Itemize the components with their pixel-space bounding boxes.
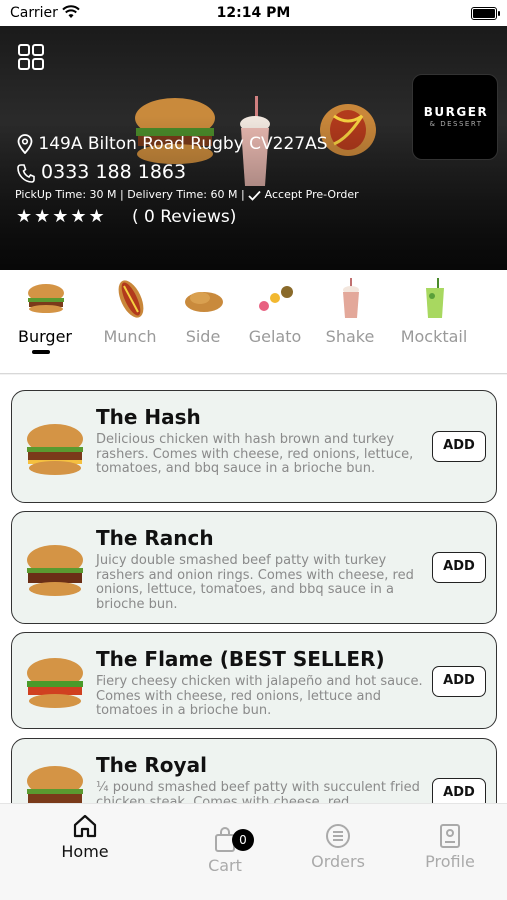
preorder-text: Accept Pre-Order (264, 188, 359, 201)
home-icon (73, 814, 97, 838)
tab-home[interactable]: Home (30, 812, 140, 861)
category-side[interactable]: Side (163, 270, 243, 373)
add-button[interactable]: ADD (432, 778, 486, 803)
tab-cart[interactable]: 0 Cart (170, 812, 280, 875)
battery-icon (471, 7, 500, 20)
restaurant-logo: BURGER & DESSERT (412, 74, 498, 160)
gelato-category-icon (259, 286, 293, 311)
mocktail-category-icon (426, 278, 444, 318)
status-time: 12:14 PM (216, 5, 291, 21)
category-shake[interactable]: Shake (310, 270, 390, 373)
category-gelato[interactable]: Gelato (235, 270, 315, 373)
shake-category-icon (343, 278, 359, 318)
add-button[interactable]: ADD (432, 431, 486, 462)
status-bar: Carrier 12:14 PM (0, 0, 507, 26)
restaurant-address: 149A Bilton Road Rugby CV227AS (17, 134, 328, 154)
cart-badge: 0 (232, 829, 254, 851)
category-mocktail[interactable]: Mocktail (394, 270, 474, 373)
add-button[interactable]: ADD (432, 666, 486, 697)
burger-category-icon (28, 284, 64, 313)
rating-stars: ★★★★★ (16, 206, 107, 227)
item-name: The Flame (BEST SELLER) (96, 647, 385, 671)
add-button[interactable]: ADD (432, 552, 486, 583)
phone-icon (17, 163, 35, 183)
item-name: The Ranch (96, 526, 214, 550)
menu-list[interactable]: The Hash Delicious chicken with hash bro… (0, 375, 507, 803)
menu-grid-icon[interactable] (17, 43, 45, 71)
burger-photo (27, 766, 83, 803)
logo-subtext: & DESSERT (429, 120, 483, 128)
category-munch[interactable]: Munch (90, 270, 170, 373)
logo-text: BURGER (423, 105, 489, 119)
menu-item-card[interactable]: The Royal ¼ pound smashed beef patty wit… (11, 738, 497, 803)
burger-photo (27, 424, 83, 475)
restaurant-phone[interactable]: 0333 188 1863 (17, 161, 186, 183)
item-description: Delicious chicken with hash brown and tu… (96, 432, 414, 476)
item-description: Juicy double smashed beef patty with tur… (96, 553, 414, 612)
tab-profile[interactable]: Profile (395, 812, 505, 871)
item-description: Fiery cheesy chicken with jalapeño and h… (96, 674, 423, 718)
item-name: The Hash (96, 405, 201, 429)
bottom-tab-bar: Home 0 Cart Orders Profile (0, 803, 507, 900)
reviews-count[interactable]: ( 0 Reviews) (132, 207, 236, 227)
location-pin-icon (17, 134, 33, 154)
item-description: ¼ pound smashed beef patty with succulen… (96, 780, 420, 803)
restaurant-header: BURGER & DESSERT 149A Bilton Road Rugby … (0, 26, 507, 270)
tab-label: Profile (425, 852, 475, 871)
category-more[interactable]: C (473, 270, 507, 373)
menu-item-card[interactable]: The Hash Delicious chicken with hash bro… (11, 390, 497, 503)
hotdog-category-icon (118, 280, 144, 318)
profile-icon (440, 824, 460, 848)
burger-photo (27, 658, 83, 708)
tab-label: Home (61, 842, 109, 861)
item-name: The Royal (96, 753, 207, 777)
active-indicator (32, 350, 50, 354)
category-bar: Burger Munch Side Gelato Shake Mocktail … (0, 270, 507, 374)
address-text: 149A Bilton Road Rugby CV227AS (38, 134, 328, 154)
times-text: PickUp Time: 30 M | Delivery Time: 60 M … (15, 188, 245, 201)
fries-category-icon (185, 292, 223, 312)
orders-icon (326, 824, 350, 848)
phone-text: 0333 188 1863 (41, 161, 187, 183)
burger-photo (27, 545, 83, 596)
category-label: C (463, 327, 507, 346)
check-icon (248, 190, 261, 201)
category-partial-icon (493, 278, 507, 320)
menu-item-card[interactable]: The Ranch Juicy double smashed beef patt… (11, 511, 497, 624)
tab-orders[interactable]: Orders (283, 812, 393, 871)
tab-label: Cart (208, 856, 242, 875)
category-burger[interactable]: Burger (5, 270, 85, 373)
service-times: PickUp Time: 30 M | Delivery Time: 60 M … (15, 188, 359, 201)
menu-item-card[interactable]: The Flame (BEST SELLER) Fiery cheesy chi… (11, 632, 497, 729)
tab-label: Orders (311, 852, 365, 871)
